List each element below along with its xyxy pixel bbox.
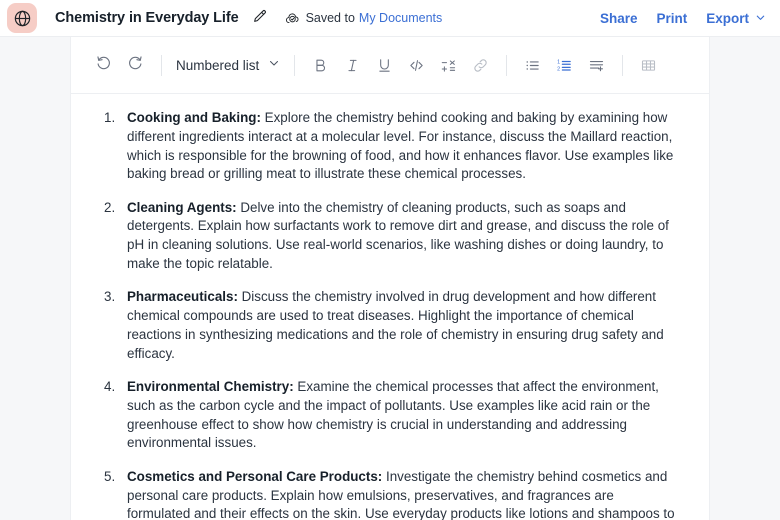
block-style-value: Numbered list [176,57,260,73]
cloud-check-icon [285,11,300,26]
toolbar-divider [622,54,624,76]
redo-button[interactable] [120,50,151,81]
list-item: Environmental Chemistry: Examine the che… [102,378,676,453]
link-button[interactable] [465,50,496,81]
italic-button[interactable] [337,50,368,81]
list-item: Pharmaceuticals: Discuss the chemistry i… [102,288,676,363]
editor-toolbar: Numbered list 1 2 [71,37,709,94]
toolbar-divider [294,54,296,76]
italic-icon [348,59,357,71]
numbered-list-button[interactable]: 1 2 [549,50,580,81]
undo-button[interactable] [88,50,119,81]
code-button[interactable] [401,50,432,81]
list-item: Cleaning Agents: Delve into the chemistr… [102,199,676,274]
undo-icon [95,54,112,76]
indent-icon [590,60,604,71]
toolbar-divider [161,54,162,76]
numbered-list-icon: 1 2 [557,59,572,72]
edit-title-button[interactable] [250,8,270,28]
saved-to-label: Saved to [305,11,355,25]
app-header: Chemistry in Everyday Life Saved to My D… [0,0,780,37]
table-button[interactable] [633,50,664,81]
formula-icon [442,59,456,72]
list-item: Cosmetics and Personal Care Products: In… [102,468,676,520]
document-content[interactable]: Cooking and Baking: Explore the chemistr… [71,94,709,520]
list-item: Cooking and Baking: Explore the chemistr… [102,109,676,184]
list-item-term: Environmental Chemistry: [127,379,294,395]
bullet-list-icon [526,60,540,70]
bold-button[interactable] [305,50,336,81]
print-button[interactable]: Print [656,11,687,26]
saved-status: Saved to My Documents [285,11,442,26]
numbered-list: Cooking and Baking: Explore the chemistr… [102,109,676,520]
table-icon [642,59,656,71]
indent-button[interactable] [581,50,612,81]
redo-icon [127,54,144,76]
share-button-label: Share [599,10,638,26]
underline-button[interactable] [369,50,400,81]
chevron-down-icon [755,11,766,26]
list-item-term: Cleaning Agents: [127,199,237,215]
bullet-list-button[interactable] [517,50,548,81]
code-icon [410,59,423,71]
pencil-icon [252,8,268,29]
list-item-term: Pharmaceuticals: [127,289,238,305]
print-button-label: Print [656,10,688,26]
link-icon [474,58,487,72]
header-actions: Share Print Export [600,11,766,26]
saved-location-link[interactable]: My Documents [359,11,442,25]
globe-icon [13,9,32,28]
export-button-label: Export [706,10,749,26]
document-page: Numbered list 1 2 Cooking and Baking: Ex… [70,37,710,520]
toolbar-divider [506,54,508,76]
editor-canvas: Numbered list 1 2 Cooking and Baking: Ex… [0,37,780,520]
block-style-select[interactable]: Numbered list [172,51,284,80]
page-title: Chemistry in Everyday Life [55,10,239,26]
underline-icon [379,58,390,72]
list-item-term: Cooking and Baking: [127,110,261,125]
list-item-term: Cosmetics and Personal Care Products: [127,468,383,484]
share-button[interactable]: Share [600,11,638,26]
svg-text:1: 1 [557,59,560,65]
formula-button[interactable] [433,50,464,81]
svg-text:2: 2 [557,66,560,72]
chevron-down-icon [268,56,280,74]
app-logo[interactable] [7,3,37,33]
export-button[interactable]: Export [706,11,766,26]
bold-icon [316,59,326,71]
